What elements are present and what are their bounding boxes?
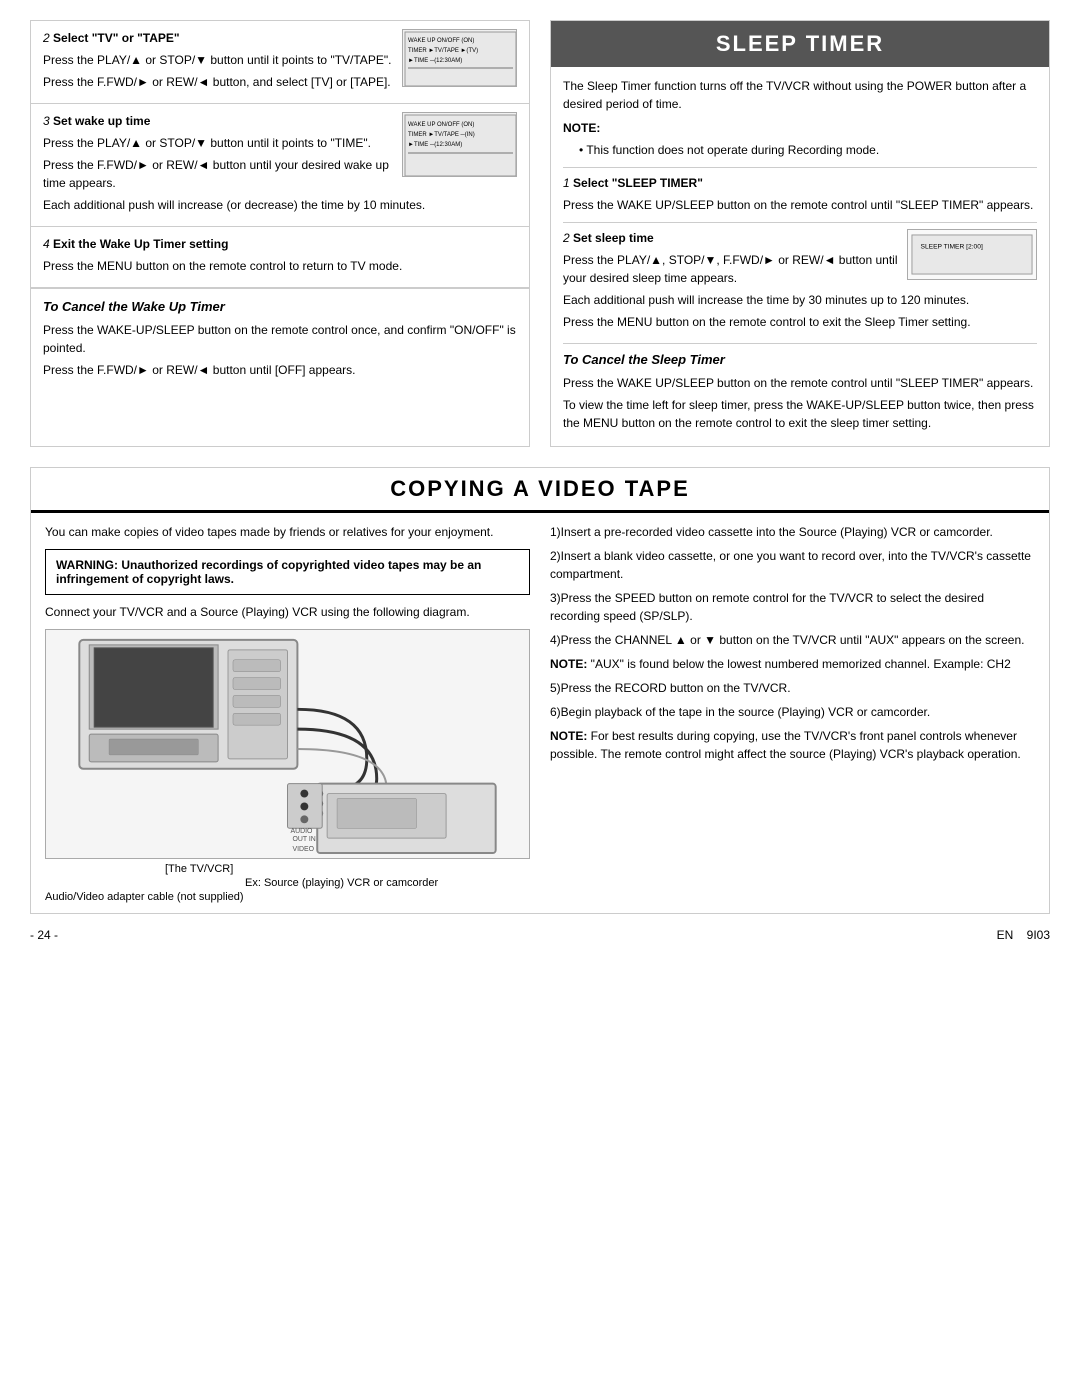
step3-text3: Each additional push will increase (or d… (43, 196, 517, 214)
cancel-sleep-text2: To view the time left for sleep timer, p… (563, 396, 1037, 432)
step3-section: WAKE UP ON/OFF (ON) TIMER ►TV/TAPE ─(IN)… (31, 104, 529, 227)
diagram-labels: [The TV/VCR] (45, 863, 530, 875)
footer: - 24 - EN 9I03 (30, 924, 1050, 946)
step3-device-diagram: WAKE UP ON/OFF (ON) TIMER ►TV/TAPE ─(IN)… (402, 112, 517, 177)
footer-page: - 24 - (30, 928, 58, 942)
copy-note-1: NOTE: "AUX" is found below the lowest nu… (550, 655, 1035, 673)
vcr-diagram-svg: AUDIO OUT IN VIDEO (46, 630, 529, 858)
source-label: Ex: Source (playing) VCR or camcorder (245, 877, 438, 889)
connect-text: Connect your TV/VCR and a Source (Playin… (45, 603, 530, 621)
top-section: WAKE UP ON/OFF (ON) TIMER ►TV/TAPE ►(TV)… (30, 20, 1050, 447)
warning-text: WARNING: Unauthorized recordings of copy… (56, 558, 481, 586)
vcr-label: [The TV/VCR] (165, 863, 233, 875)
step2-section: WAKE UP ON/OFF (ON) TIMER ►TV/TAPE ►(TV)… (31, 21, 529, 104)
copying-right: 1)Insert a pre-recorded video cassette i… (550, 523, 1035, 903)
warning-box: WARNING: Unauthorized recordings of copy… (45, 549, 530, 595)
note-bullet: • This function does not operate during … (579, 141, 1037, 159)
source-label-container: Ex: Source (playing) VCR or camcorder (45, 877, 530, 889)
cable-label-container: Audio/Video adapter cable (not supplied) (45, 891, 530, 903)
svg-text:TIMER ►TV/TAPE ►(TV): TIMER ►TV/TAPE ►(TV) (408, 48, 478, 54)
svg-text:VIDEO: VIDEO (292, 846, 314, 853)
sleep-display-svg: SLEEP TIMER [2:00] (911, 233, 1033, 276)
svg-text:►TIME ─(12:30AM): ►TIME ─(12:30AM) (408, 142, 462, 148)
copy-step-2: 2)Insert a blank video cassette, or one … (550, 547, 1035, 583)
vcr-diagram-container: AUDIO OUT IN VIDEO [The TV/VCR] Ex: Sour… (45, 629, 530, 903)
copying-section: COPYING A VIDEO TAPE You can make copies… (30, 467, 1050, 914)
svg-text:WAKE UP ON/OFF (ON): WAKE UP ON/OFF (ON) (408, 38, 474, 44)
vcr-diagram: AUDIO OUT IN VIDEO (45, 629, 530, 859)
step2-device-svg: WAKE UP ON/OFF (ON) TIMER ►TV/TAPE ►(TV)… (403, 30, 517, 87)
svg-text:►TIME ─(12:30AM): ►TIME ─(12:30AM) (408, 58, 462, 64)
copy-step-3: 3)Press the SPEED button on remote contr… (550, 589, 1035, 625)
step2-device-diagram: WAKE UP ON/OFF (ON) TIMER ►TV/TAPE ►(TV)… (402, 29, 517, 87)
footer-lang: EN (997, 928, 1014, 942)
page-container: WAKE UP ON/OFF (ON) TIMER ►TV/TAPE ►(TV)… (30, 20, 1050, 946)
sleep-step2-text3: Press the MENU button on the remote cont… (563, 313, 1037, 331)
copying-left: You can make copies of video tapes made … (45, 523, 530, 903)
footer-code: 9I03 (1027, 928, 1050, 942)
copying-content: You can make copies of video tapes made … (31, 513, 1049, 913)
cancel-sleep-title: To Cancel the Sleep Timer (563, 350, 1037, 370)
step4-text1: Press the MENU button on the remote cont… (43, 257, 517, 275)
right-col: SLEEP TIMER The Sleep Timer function tur… (550, 20, 1050, 447)
svg-text:TIMER ►TV/TAPE ─(IN): TIMER ►TV/TAPE ─(IN) (408, 132, 475, 138)
cable-label: Audio/Video adapter cable (not supplied) (45, 891, 244, 903)
sleep-step2-section: SLEEP TIMER [2:00] 2 Set sleep time Pres… (563, 222, 1037, 335)
sleep-step1-title: 1 Select "SLEEP TIMER" (563, 174, 1037, 192)
svg-text:SLEEP TIMER [2:00]: SLEEP TIMER [2:00] (921, 243, 983, 250)
copy-step-1: 1)Insert a pre-recorded video cassette i… (550, 523, 1035, 541)
step4-section: 4 Exit the Wake Up Timer setting Press t… (31, 227, 529, 288)
copying-steps: 1)Insert a pre-recorded video cassette i… (550, 523, 1035, 763)
sleep-timer-display: SLEEP TIMER [2:00] (907, 229, 1037, 280)
sleep-step1-divider: 1 Select "SLEEP TIMER" Press the WAKE UP… (563, 167, 1037, 214)
sleep-step2-text2: Each additional push will increase the t… (563, 291, 1037, 309)
copy-note-2: NOTE: For best results during copying, u… (550, 727, 1035, 763)
copy-step-5: 5)Press the RECORD button on the TV/VCR. (550, 679, 1035, 697)
copying-header: COPYING A VIDEO TAPE (31, 468, 1049, 513)
cancel-wakeup-title: To Cancel the Wake Up Timer (43, 297, 517, 317)
sleep-step1-text1: Press the WAKE UP/SLEEP button on the re… (563, 196, 1037, 214)
sleep-timer-header: SLEEP TIMER (551, 21, 1049, 67)
copy-step-6: 6)Begin playback of the tape in the sour… (550, 703, 1035, 721)
footer-right: EN 9I03 (997, 928, 1050, 942)
sleep-timer-intro: The Sleep Timer function turns off the T… (563, 77, 1037, 113)
cancel-sleep-section: To Cancel the Sleep Timer Press the WAKE… (563, 343, 1037, 432)
copying-intro: You can make copies of video tapes made … (45, 523, 530, 541)
right-col-inner: The Sleep Timer function turns off the T… (551, 67, 1049, 446)
left-col: WAKE UP ON/OFF (ON) TIMER ►TV/TAPE ►(TV)… (30, 20, 530, 447)
svg-text:AUDIO: AUDIO (290, 828, 313, 835)
svg-text:OUT IN: OUT IN (292, 836, 315, 843)
copy-step-4: 4)Press the CHANNEL ▲ or ▼ button on the… (550, 631, 1035, 649)
step4-title: 4 Exit the Wake Up Timer setting (43, 235, 517, 253)
step3-device-svg: WAKE UP ON/OFF (ON) TIMER ►TV/TAPE ─(IN)… (403, 113, 517, 177)
cancel-wakeup-text1: Press the WAKE-UP/SLEEP button on the re… (43, 321, 517, 357)
cancel-wakeup-text2: Press the F.FWD/► or REW/◄ button until … (43, 361, 517, 379)
note-label: NOTE: (563, 119, 1037, 137)
cancel-wakeup-section: To Cancel the Wake Up Timer Press the WA… (31, 288, 529, 391)
svg-text:WAKE UP ON/OFF (ON): WAKE UP ON/OFF (ON) (408, 122, 474, 128)
left-col-inner: WAKE UP ON/OFF (ON) TIMER ►TV/TAPE ►(TV)… (31, 21, 529, 391)
cancel-sleep-text1: Press the WAKE UP/SLEEP button on the re… (563, 374, 1037, 392)
